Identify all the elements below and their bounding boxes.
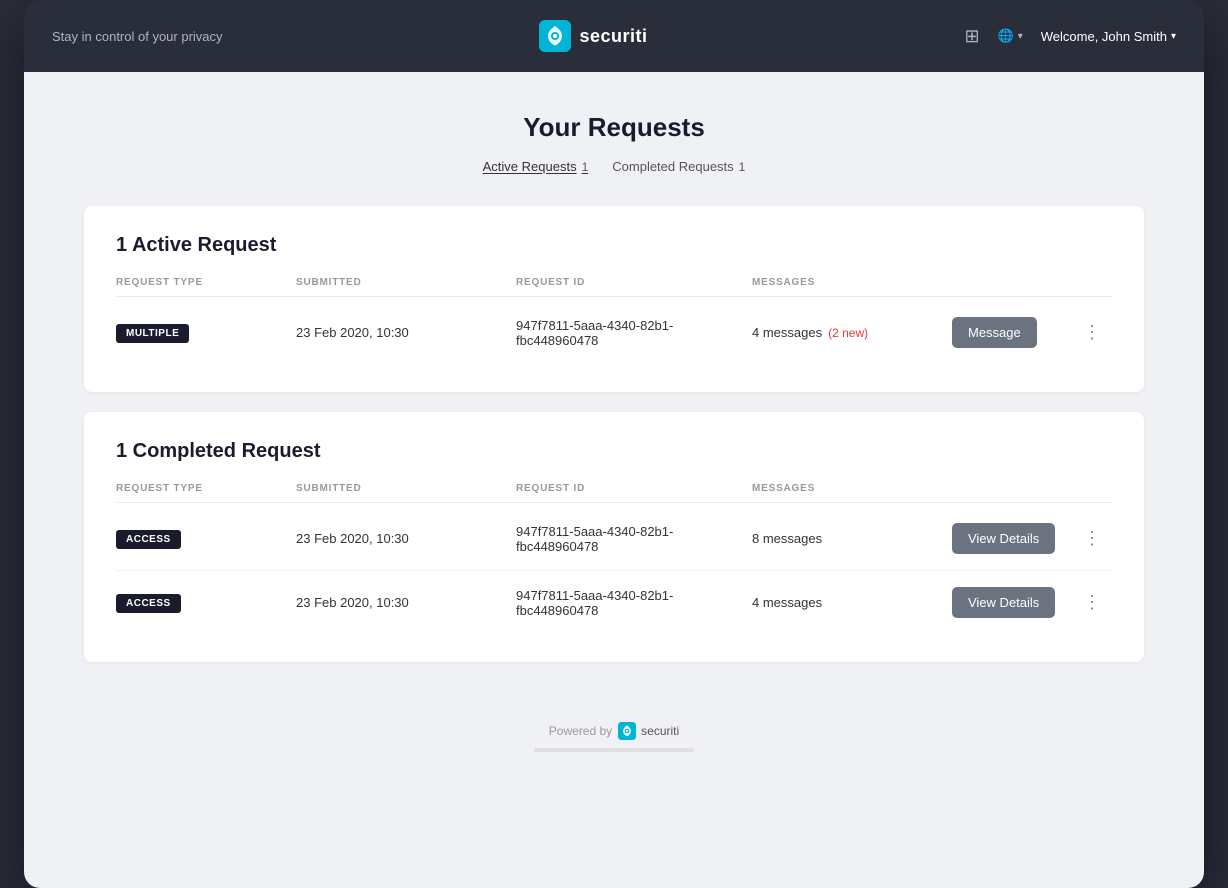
- col-header-type-active: REQUEST TYPE: [116, 277, 296, 288]
- top-bar-right: ⊞ 🌐 ▾ Welcome, John Smith ▾: [964, 26, 1176, 47]
- footer-logo-icon: [618, 722, 636, 740]
- completed-requests-count: 1: [739, 160, 746, 174]
- request-type-badge-cell: ACCESS: [116, 529, 296, 549]
- col-header-submitted-completed: SUBMITTED: [296, 483, 516, 494]
- col-header-id-completed: REQUEST ID: [516, 483, 752, 494]
- messages-cell: 4 messages: [752, 595, 952, 610]
- action-button-cell: View Details: [952, 523, 1072, 554]
- col-header-action-active: [952, 277, 1072, 288]
- page-title: Your Requests: [84, 112, 1144, 143]
- view-details-button-2[interactable]: View Details: [952, 587, 1055, 618]
- table-row: ACCESS 23 Feb 2020, 10:30 947f7811-5aaa-…: [116, 571, 1112, 634]
- powered-by-text: Powered by: [549, 724, 612, 738]
- submitted-date: 23 Feb 2020, 10:30: [296, 595, 516, 610]
- completed-requests-title: 1 Completed Request: [116, 440, 1112, 463]
- scroll-indicator: [534, 748, 694, 752]
- more-options-icon[interactable]: ⋮: [1072, 322, 1112, 343]
- table-row: MULTIPLE 23 Feb 2020, 10:30 947f7811-5aa…: [116, 301, 1112, 364]
- more-options-icon[interactable]: ⋮: [1072, 592, 1112, 613]
- main-content: Your Requests Active Requests 1 Complete…: [24, 72, 1204, 888]
- footer-brand-text: securiti: [641, 724, 679, 738]
- completed-table-header: REQUEST TYPE SUBMITTED REQUEST ID MESSAG…: [116, 483, 1112, 503]
- new-messages-badge: (2 new): [828, 326, 868, 340]
- completed-requests-label: Completed Requests: [612, 159, 733, 174]
- messages-cell: 8 messages: [752, 531, 952, 546]
- footer-logo: securiti: [618, 722, 679, 740]
- user-menu[interactable]: Welcome, John Smith ▾: [1041, 29, 1176, 44]
- active-requests-title: 1 Active Request: [116, 234, 1112, 257]
- top-navigation: Stay in control of your privacy securiti…: [24, 0, 1204, 72]
- request-id: 947f7811-5aaa-4340-82b1-fbc448960478: [516, 524, 752, 554]
- request-type-badge-cell: ACCESS: [116, 593, 296, 613]
- col-header-action-completed: [952, 483, 1072, 494]
- request-id: 947f7811-5aaa-4340-82b1-fbc448960478: [516, 318, 752, 348]
- lang-chevron: ▾: [1018, 31, 1023, 42]
- active-requests-label: Active Requests: [483, 159, 577, 174]
- more-options-icon[interactable]: ⋮: [1072, 528, 1112, 549]
- tab-active-requests[interactable]: Active Requests 1: [483, 159, 589, 174]
- language-selector[interactable]: 🌐 ▾: [998, 28, 1023, 44]
- tabs-row: Active Requests 1 Completed Requests 1: [84, 159, 1144, 174]
- message-button[interactable]: Message: [952, 317, 1037, 348]
- user-chevron: ▾: [1171, 31, 1176, 42]
- request-type-badge-cell: MULTIPLE: [116, 323, 296, 343]
- view-details-button-1[interactable]: View Details: [952, 523, 1055, 554]
- col-header-type-completed: REQUEST TYPE: [116, 483, 296, 494]
- col-header-messages-active: MESSAGES: [752, 277, 952, 288]
- globe-icon: 🌐: [998, 28, 1014, 44]
- browser-frame: Stay in control of your privacy securiti…: [24, 0, 1204, 888]
- type-badge-multiple: MULTIPLE: [116, 324, 189, 343]
- type-badge-access-1: ACCESS: [116, 530, 181, 549]
- securiti-logo-icon: [539, 20, 571, 52]
- table-row: ACCESS 23 Feb 2020, 10:30 947f7811-5aaa-…: [116, 507, 1112, 571]
- grid-icon[interactable]: ⊞: [964, 26, 979, 47]
- active-table-header: REQUEST TYPE SUBMITTED REQUEST ID MESSAG…: [116, 277, 1112, 297]
- col-header-messages-completed: MESSAGES: [752, 483, 952, 494]
- submitted-date: 23 Feb 2020, 10:30: [296, 531, 516, 546]
- logo-area: securiti: [539, 20, 647, 52]
- messages-cell: 4 messages (2 new): [752, 325, 952, 340]
- submitted-date: 23 Feb 2020, 10:30: [296, 325, 516, 340]
- messages-count: 4 messages: [752, 595, 822, 610]
- privacy-tagline: Stay in control of your privacy: [52, 29, 223, 44]
- type-badge-access-2: ACCESS: [116, 594, 181, 613]
- active-requests-count: 1: [582, 160, 589, 174]
- col-header-id-active: REQUEST ID: [516, 277, 752, 288]
- col-header-more-completed: [1072, 483, 1112, 494]
- request-id: 947f7811-5aaa-4340-82b1-fbc448960478: [516, 588, 752, 618]
- footer: Powered by securiti: [84, 702, 1144, 740]
- action-button-cell: Message: [952, 317, 1072, 348]
- col-header-submitted-active: SUBMITTED: [296, 277, 516, 288]
- active-requests-card: 1 Active Request REQUEST TYPE SUBMITTED …: [84, 206, 1144, 392]
- col-header-more-active: [1072, 277, 1112, 288]
- completed-requests-card: 1 Completed Request REQUEST TYPE SUBMITT…: [84, 412, 1144, 662]
- tab-completed-requests[interactable]: Completed Requests 1: [612, 159, 745, 174]
- action-button-cell: View Details: [952, 587, 1072, 618]
- logo-text: securiti: [579, 26, 647, 47]
- messages-count: 4 messages: [752, 325, 822, 340]
- messages-count: 8 messages: [752, 531, 822, 546]
